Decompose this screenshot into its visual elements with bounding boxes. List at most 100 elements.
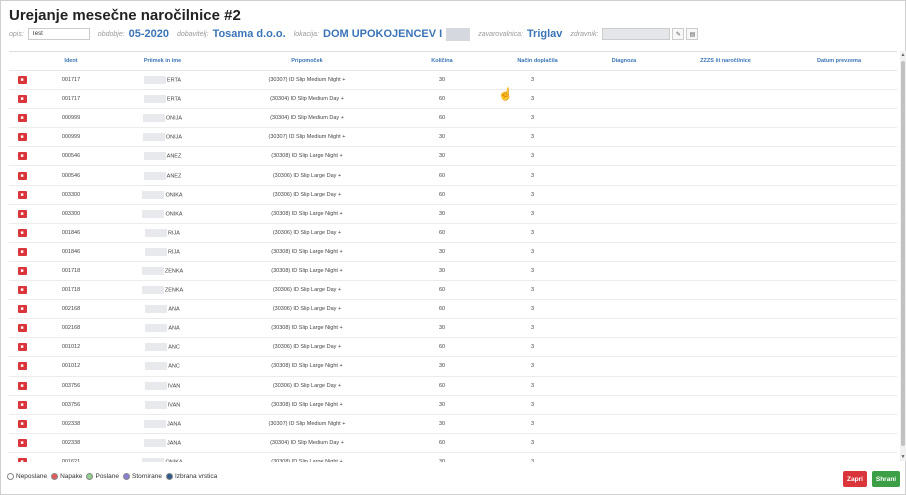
payment-cell: 3	[530, 248, 535, 255]
name-cell: ERTA	[107, 76, 218, 85]
qty-cell: 30	[438, 267, 446, 274]
qty-cell: 60	[438, 382, 446, 389]
redacted-name	[145, 362, 168, 371]
redacted-name	[141, 286, 164, 295]
trash-icon[interactable]: ■	[17, 171, 27, 180]
name-text: RIJA	[168, 230, 180, 237]
save-button[interactable]: Shrani	[872, 471, 900, 487]
scroll-down-icon[interactable]: ▼	[900, 453, 906, 461]
delete-cell: ■	[9, 190, 35, 199]
name-text: RIJA	[168, 249, 180, 256]
zdravnik-input[interactable]	[602, 28, 671, 40]
table-row[interactable]: ■ 000546 ANEZ (30306) ID Slip Large Day + 60…	[9, 166, 897, 186]
qty-cell: 60	[438, 172, 446, 179]
item-cell: (30308) ID Slip Large Night +	[271, 458, 343, 462]
table-scrollbar[interactable]: ▲ ▼	[900, 51, 906, 461]
trash-icon[interactable]: ■	[17, 228, 27, 237]
scroll-up-icon[interactable]: ▲	[900, 51, 906, 59]
col-name[interactable]: Priimek in ime	[107, 58, 218, 64]
table-row[interactable]: ■ 000999 ONIJA (30307) ID Slip Medium Night…	[9, 128, 897, 148]
trash-icon[interactable]: ■	[17, 400, 27, 409]
ident-cell: 000546	[61, 172, 81, 179]
payment-cell: 3	[530, 344, 535, 351]
col-qty[interactable]: Količina	[396, 58, 488, 64]
table-row[interactable]: ■ 002338 JANA (30304) ID Slip Medium Day + 6…	[9, 434, 897, 453]
trash-icon[interactable]: ■	[17, 114, 27, 123]
table-row[interactable]: ■ 002338 JANA (30307) ID Slip Medium Night …	[9, 415, 897, 434]
table-row[interactable]: ■ 001717 ERTA (30307) ID Slip Medium Night …	[9, 71, 897, 91]
legend-item-napake: Napake	[51, 473, 82, 480]
name-cell: JANA	[107, 438, 218, 447]
qty-cell: 60	[438, 96, 446, 103]
opis-input[interactable]	[27, 28, 90, 40]
qty-cell: 60	[438, 344, 446, 351]
table-row[interactable]: ■ 002168 ANA (30306) ID Slip Large Day + 60 3	[9, 300, 897, 320]
legend-swatch	[86, 473, 94, 480]
table-row[interactable]: ■ 001621 ONIKA (30308) ID Slip Large Night …	[9, 453, 897, 462]
trash-icon[interactable]: ■	[17, 152, 27, 161]
trash-icon[interactable]: ■	[17, 438, 27, 447]
trash-icon[interactable]: ■	[17, 286, 27, 295]
name-cell: ANA	[107, 324, 218, 333]
delete-cell: ■	[9, 324, 35, 333]
table-row[interactable]: ■ 000546 ANEZ (30308) ID Slip Large Night +…	[9, 147, 897, 167]
name-cell: RIJA	[107, 247, 218, 256]
item-cell: (30308) ID Slip Large Night +	[271, 210, 343, 217]
table-row[interactable]: ■ 001846 RIJA (30308) ID Slip Large Night +…	[9, 243, 897, 262]
trash-icon[interactable]: ■	[17, 247, 27, 256]
trash-icon[interactable]: ■	[17, 343, 27, 352]
table-row[interactable]: ■ 001012 ANC (30308) ID Slip Large Night + 3…	[9, 357, 897, 377]
col-payment[interactable]: Način doplačila	[488, 58, 587, 64]
table-row[interactable]: ■ 001846 RIJA (30306) ID Slip Large Day + 60…	[9, 224, 897, 243]
legend-swatch	[51, 473, 59, 480]
table-row[interactable]: ■ 001012 ANC (30306) ID Slip Large Day + 60 3	[9, 338, 897, 358]
col-pickup-date[interactable]: Datum prevzema	[790, 58, 888, 64]
trash-icon[interactable]: ■	[17, 266, 27, 275]
payment-cell: 3	[530, 420, 535, 427]
delete-cell: ■	[9, 133, 35, 142]
qty-cell: 60	[438, 191, 446, 198]
name-cell: ONIJA	[107, 114, 218, 123]
name-cell: ONIKA	[107, 209, 218, 218]
trash-icon[interactable]: ■	[17, 133, 27, 142]
scroll-thumb[interactable]	[901, 61, 905, 446]
col-zzzs[interactable]: ZZZS št naročilnice	[661, 58, 790, 64]
trash-icon[interactable]: ■	[17, 305, 27, 314]
trash-icon[interactable]: ■	[17, 95, 27, 104]
payment-cell: 3	[530, 325, 535, 332]
trash-icon[interactable]: ■	[17, 76, 27, 85]
table-row[interactable]: ■ 001718 ZENKA (30308) ID Slip Large Night …	[9, 262, 897, 282]
table-row[interactable]: ■ 001718 ZENKA (30306) ID Slip Large Day + 6…	[9, 281, 897, 301]
trash-icon[interactable]: ■	[17, 419, 27, 428]
qty-cell: 60	[438, 229, 446, 236]
col-item[interactable]: Pripomoček	[218, 58, 396, 64]
payment-cell: 3	[530, 77, 535, 84]
table-row[interactable]: ■ 001717 ERTA (30304) ID Slip Medium Day + 6…	[9, 90, 897, 110]
name-cell: ZENKA	[107, 266, 218, 275]
trash-icon[interactable]: ■	[17, 324, 27, 333]
name-text: ZENKA	[164, 287, 184, 294]
table-row[interactable]: ■ 003300 ONIKA (30306) ID Slip Large Day + 6…	[9, 186, 897, 205]
trash-icon[interactable]: ■	[17, 190, 27, 199]
table-row[interactable]: ■ 003756 IVAN (30308) ID Slip Large Night +…	[9, 396, 897, 415]
table-row[interactable]: ■ 002168 ANA (30308) ID Slip Large Night + 3…	[9, 319, 897, 339]
table-row[interactable]: ■ 003300 ONIKA (30308) ID Slip Large Night …	[9, 205, 897, 224]
table-row[interactable]: ■ 003756 IVAN (30306) ID Slip Large Day + 60…	[9, 377, 897, 396]
qty-cell: 30	[438, 363, 446, 370]
edit-icon[interactable]: ✎	[672, 28, 685, 40]
redacted-name	[143, 76, 166, 85]
col-ident[interactable]: Ident	[35, 58, 107, 64]
trash-icon[interactable]: ■	[17, 362, 27, 371]
list-icon[interactable]: ▤	[686, 28, 699, 40]
trash-icon[interactable]: ■	[17, 457, 27, 462]
redacted-name	[143, 152, 166, 161]
qty-cell: 30	[438, 420, 446, 427]
close-button[interactable]: Zapri	[843, 471, 867, 487]
redacted-name	[143, 171, 166, 180]
trash-icon[interactable]: ■	[17, 381, 27, 390]
table-row[interactable]: ■ 000999 ONIJA (30304) ID Slip Medium Day +…	[9, 109, 897, 129]
item-cell: (30307) ID Slip Medium Night +	[268, 420, 346, 427]
trash-icon[interactable]: ■	[17, 209, 27, 218]
delete-cell: ■	[9, 152, 35, 161]
col-diagnosis[interactable]: Diagnoza	[587, 58, 661, 64]
